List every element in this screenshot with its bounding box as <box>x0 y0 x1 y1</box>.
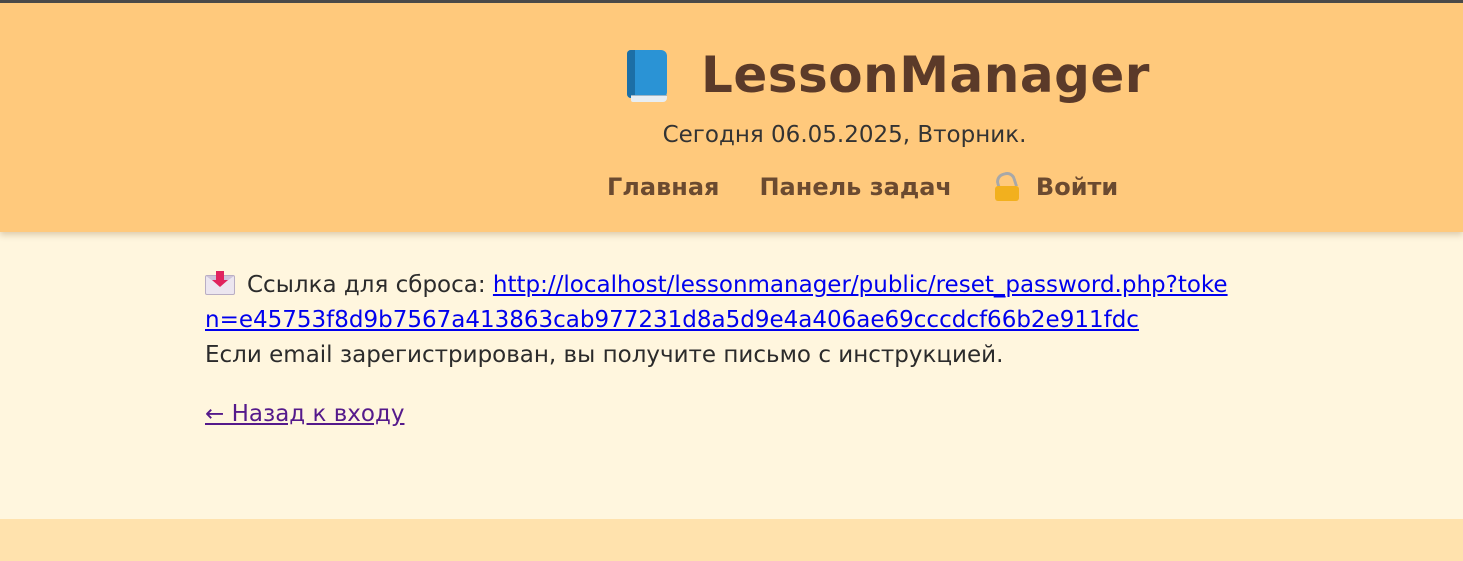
main-nav: Главная Панель задач Войти <box>607 169 1118 205</box>
incoming-envelope-icon <box>205 271 235 295</box>
nav-tasks-link[interactable]: Панель задач <box>759 173 951 201</box>
today-date: Сегодня 06.05.2025, Вторник. <box>662 122 1027 148</box>
lock-icon <box>993 169 1020 201</box>
app-title: LessonManager <box>701 46 1150 104</box>
reset-message-block: Ссылка для сброса: http://localhost/less… <box>205 268 1235 432</box>
nav-login-label: Войти <box>1035 173 1119 201</box>
reset-prefix: Ссылка для сброса: <box>247 272 486 298</box>
reset-link-line: Ссылка для сброса: http://localhost/less… <box>205 268 1235 338</box>
footer-band <box>0 519 1463 561</box>
brand: LessonManager <box>623 43 1150 107</box>
info-text: Если email зарегистрирован, вы получите … <box>205 342 1004 368</box>
blue-book-icon <box>623 48 669 102</box>
nav-home-link[interactable]: Главная <box>607 173 719 201</box>
site-header: LessonManager Сегодня 06.05.2025, Вторни… <box>0 3 1463 232</box>
nav-login-link[interactable]: Войти <box>993 169 1119 201</box>
main-content: Ссылка для сброса: http://localhost/less… <box>0 232 1463 519</box>
back-to-login-link[interactable]: ← Назад к входу <box>205 397 404 432</box>
